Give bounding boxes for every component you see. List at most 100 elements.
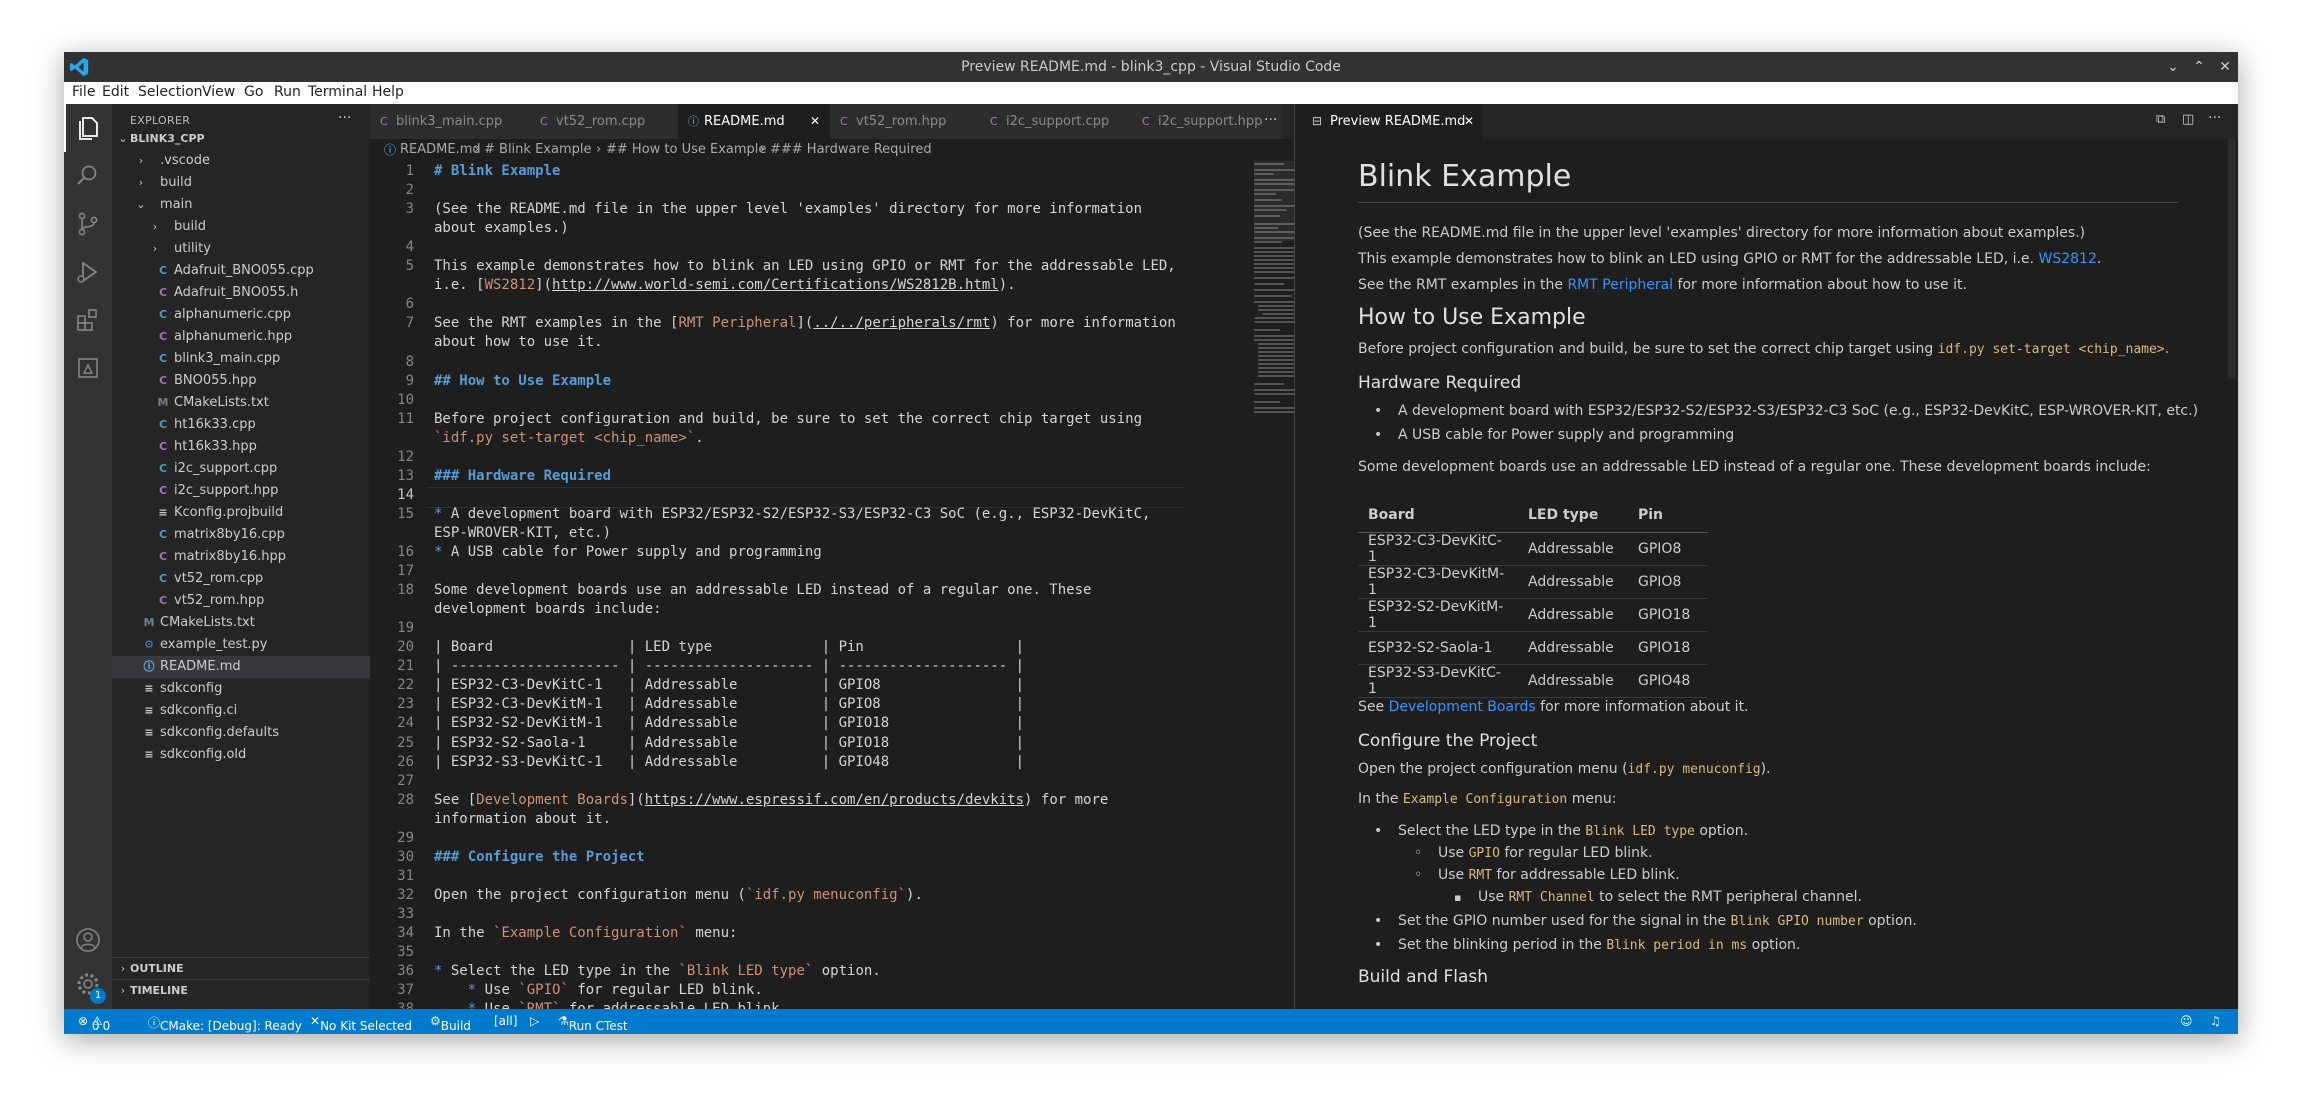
explorer-icon[interactable] bbox=[74, 114, 102, 142]
close-tab-icon[interactable]: ✕ bbox=[1464, 104, 1474, 139]
code-token: . bbox=[695, 429, 704, 446]
close-tab-icon[interactable]: ✕ bbox=[810, 104, 820, 139]
ctest-button[interactable]: ⚗ Run CTest bbox=[558, 1014, 628, 1033]
tree-file[interactable]: ≡ sdkconfig.defaults bbox=[112, 722, 370, 744]
tree-file[interactable]: Cvt52_rom.cpp bbox=[112, 568, 370, 590]
tree-folder[interactable]: › .vscode bbox=[112, 150, 370, 172]
table-cell: GPIO8 bbox=[1628, 532, 1708, 566]
outline-section[interactable]: › OUTLINE bbox=[112, 957, 370, 980]
tree-file[interactable]: C BNO055.hpp bbox=[112, 370, 370, 392]
breadcrumb-h1[interactable]: # Blink Example bbox=[484, 139, 591, 161]
editor-tab[interactable]: Cblink3_main.cpp bbox=[370, 104, 531, 139]
tree-file[interactable]: M CMakeLists.txt bbox=[112, 612, 370, 634]
tab-preview-readme[interactable]: ⊟ Preview README.md ✕ bbox=[1302, 104, 1482, 139]
account-icon[interactable] bbox=[74, 926, 102, 954]
tree-item-label: CMakeLists.txt bbox=[174, 395, 269, 410]
file-cpp-icon: C bbox=[158, 308, 168, 321]
more-actions-icon[interactable]: ··· bbox=[338, 110, 351, 126]
code-token: | Board | LED type | Pin | bbox=[434, 639, 1025, 656]
open-source-icon[interactable]: ⧉ bbox=[2156, 112, 2165, 127]
tree-file[interactable]: ⚙ example_test.py bbox=[112, 634, 370, 656]
editor-tab[interactable]: ⓘ README.md ✕ bbox=[678, 104, 831, 139]
editor-tab[interactable]: Cvt52_rom.hpp bbox=[830, 104, 981, 139]
explorer-root[interactable]: ⌄ BLINK3_CPP bbox=[112, 128, 370, 150]
tree-file[interactable]: Calphanumeric.hpp bbox=[112, 326, 370, 348]
breadcrumb-file[interactable]: README.md bbox=[400, 139, 481, 161]
menu-selection[interactable]: Selection bbox=[138, 84, 203, 100]
build-target[interactable]: [all] bbox=[494, 1014, 517, 1028]
feedback-icon[interactable]: ☺ bbox=[2180, 1014, 2193, 1028]
extensions-icon[interactable] bbox=[74, 306, 102, 334]
tree-file[interactable]: Calphanumeric.cpp bbox=[112, 304, 370, 326]
tree-folder[interactable]: ⌄ main bbox=[112, 194, 370, 216]
preview-tab-bar: ⊟ Preview README.md ✕ ⧉ ◫ ··· bbox=[1302, 104, 2238, 139]
line-number: 38 bbox=[370, 1001, 414, 1009]
build-button[interactable]: ⚙ Build bbox=[430, 1014, 471, 1033]
preview-icon: ⊟ bbox=[1312, 114, 1323, 128]
tree-file[interactable]: Cmatrix8by16.cpp bbox=[112, 524, 370, 546]
editor-tab[interactable]: Ci2c_support.hpp bbox=[1132, 104, 1283, 139]
tab-more-icon[interactable]: ··· bbox=[1264, 112, 1277, 128]
editor-tab[interactable]: Cvt52_rom.cpp bbox=[530, 104, 679, 139]
code-token: Use bbox=[476, 982, 519, 999]
cmake-icon[interactable] bbox=[74, 354, 102, 382]
launch-icon[interactable]: ▷ bbox=[530, 1014, 539, 1028]
menu-file[interactable]: File bbox=[72, 84, 95, 100]
split-editor-icon[interactable]: ◫ bbox=[2182, 112, 2194, 127]
minimize-icon[interactable]: ⌄ bbox=[2162, 56, 2184, 78]
run-debug-icon[interactable] bbox=[74, 258, 102, 286]
ws2812-link[interactable]: WS2812 bbox=[2039, 251, 2097, 267]
table-header-cell: LED type bbox=[1518, 498, 1628, 533]
tree-file[interactable]: ≡ sdkconfig.old bbox=[112, 744, 370, 766]
tree-file[interactable]: M CMakeLists.txt bbox=[112, 392, 370, 414]
maximize-icon[interactable]: ⌃ bbox=[2188, 56, 2210, 78]
line-number: 32 bbox=[397, 886, 414, 903]
preview-more-icon[interactable]: ··· bbox=[2208, 110, 2221, 126]
rmt-peripheral-link[interactable]: RMT Peripheral bbox=[1567, 277, 1673, 293]
tree-file[interactable]: Cht16k33.hpp bbox=[112, 436, 370, 458]
tree-file[interactable]: ≡ sdkconfig bbox=[112, 678, 370, 700]
breadcrumb: ⓘ README.md › # Blink Example › ## How t… bbox=[370, 139, 1294, 161]
chevron-right-icon: › bbox=[152, 242, 158, 255]
file-cmake-icon: M bbox=[143, 616, 155, 629]
editor-tab[interactable]: Ci2c_support.cpp bbox=[980, 104, 1133, 139]
tree-folder[interactable]: › build bbox=[112, 216, 370, 238]
kit-status[interactable]: ✕ No Kit Selected bbox=[310, 1014, 412, 1033]
search-icon[interactable] bbox=[74, 162, 102, 190]
breadcrumb-h3[interactable]: ### Hardware Required bbox=[770, 139, 932, 161]
notifications-bell-icon[interactable]: ♫ bbox=[2210, 1014, 2221, 1028]
menu-run[interactable]: Run bbox=[274, 84, 301, 100]
source-control-icon[interactable] bbox=[74, 210, 102, 238]
tree-folder[interactable]: › build bbox=[112, 172, 370, 194]
breadcrumb-h2[interactable]: ## How to Use Example bbox=[606, 139, 766, 161]
tree-file[interactable]: Ci2c_support.cpp bbox=[112, 458, 370, 480]
tree-item-label: Adafruit_BNO055.cpp bbox=[174, 263, 314, 278]
tree-file[interactable]: C Adafruit_BNO055.cpp bbox=[112, 260, 370, 282]
menu-go[interactable]: Go bbox=[244, 84, 263, 100]
code-token: for addressable LED blink. bbox=[560, 1001, 788, 1009]
cmake-status[interactable]: ⓘ CMake: [Debug]: Ready bbox=[148, 1014, 302, 1033]
code-editor[interactable]: 1 # Blink Example 2 3 (See the README.md fil… bbox=[370, 161, 1184, 1009]
code-token: This example demonstrates how to blink a… bbox=[434, 258, 1176, 275]
preview-scrollbar[interactable] bbox=[2228, 139, 2236, 379]
tree-folder[interactable]: › utility bbox=[112, 238, 370, 260]
menu-help[interactable]: Help bbox=[372, 84, 404, 100]
tree-item-label: utility bbox=[174, 241, 211, 256]
close-window-icon[interactable]: ✕ bbox=[2214, 56, 2236, 78]
timeline-section[interactable]: › TIMELINE bbox=[112, 979, 370, 1002]
tree-file[interactable]: Cvt52_rom.hpp bbox=[112, 590, 370, 612]
problems-indicator[interactable]: ⊗ 0 ⚠ 0 bbox=[78, 1014, 110, 1033]
file-cpp-icon: C bbox=[158, 462, 168, 475]
tree-file[interactable]: Ci2c_support.hpp bbox=[112, 480, 370, 502]
dev-boards-link[interactable]: Development Boards bbox=[1389, 699, 1536, 715]
tree-file[interactable]: C Adafruit_BNO055.h bbox=[112, 282, 370, 304]
tree-file[interactable]: Cht16k33.cpp bbox=[112, 414, 370, 436]
menu-edit[interactable]: Edit bbox=[102, 84, 129, 100]
tree-file[interactable]: ≡ sdkconfig.ci bbox=[112, 700, 370, 722]
tree-file[interactable]: ≡ Kconfig.projbuild bbox=[112, 502, 370, 524]
tree-file[interactable]: ⓘ README.md bbox=[112, 656, 370, 678]
menu-view[interactable]: View bbox=[202, 84, 235, 100]
tree-file[interactable]: Cblink3_main.cpp bbox=[112, 348, 370, 370]
menu-terminal[interactable]: Terminal bbox=[308, 84, 367, 100]
tree-file[interactable]: Cmatrix8by16.hpp bbox=[112, 546, 370, 568]
